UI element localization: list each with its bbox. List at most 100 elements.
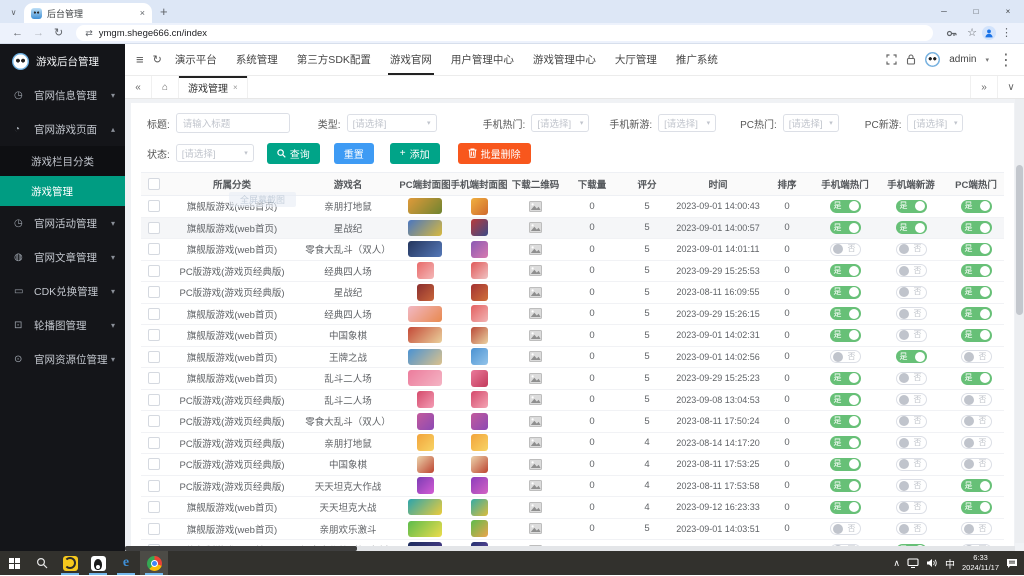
lock-icon[interactable] xyxy=(906,54,916,65)
back-icon[interactable]: ← xyxy=(12,27,23,39)
row-checkbox[interactable] xyxy=(148,243,160,256)
topnav-item[interactable]: 推广系统 xyxy=(676,44,718,75)
pc-cover-thumbnail[interactable] xyxy=(408,348,442,365)
pc-cover-thumbnail[interactable] xyxy=(408,241,442,258)
window-maximize-button[interactable]: □ xyxy=(960,0,992,23)
window-minimize-button[interactable]: ─ xyxy=(928,0,960,23)
refresh-icon[interactable]: ↻ xyxy=(153,53,162,66)
new-tab-button[interactable]: + xyxy=(160,4,168,19)
add-button[interactable]: + 添加 xyxy=(389,142,440,164)
row-checkbox[interactable] xyxy=(148,372,160,385)
topnav-item[interactable]: 演示平台 xyxy=(175,44,217,75)
row-checkbox[interactable] xyxy=(148,436,160,449)
toggle-on[interactable]: 是 xyxy=(829,328,861,342)
mobile-cover-thumbnail[interactable] xyxy=(470,326,488,344)
tab-search-icon[interactable]: ∨ xyxy=(6,5,21,20)
ime-indicator[interactable]: 中 xyxy=(945,556,955,571)
forward-icon[interactable]: → xyxy=(33,27,44,39)
sidebar-group[interactable]: ◍ 官网文章管理 ▾ xyxy=(0,240,125,274)
start-button[interactable] xyxy=(0,551,28,575)
pc-cover-thumbnail[interactable] xyxy=(408,370,442,387)
toggle-on[interactable]: 是 xyxy=(829,221,861,235)
pc-cover-thumbnail[interactable] xyxy=(416,477,434,495)
mobile-cover-thumbnail[interactable] xyxy=(470,498,488,516)
pc-new-select[interactable]: [请选择] ▾ xyxy=(907,114,964,132)
pc-cover-thumbnail[interactable] xyxy=(416,391,434,409)
toggle-off[interactable]: 否 xyxy=(895,457,927,471)
sidebar-group[interactable]: ◷ 官网活动管理 ▾ xyxy=(0,206,125,240)
sidebar-group[interactable]: ⊡ 轮播图管理 ▾ xyxy=(0,308,125,342)
toggle-on[interactable]: 是 xyxy=(960,371,992,385)
vertical-scrollbar[interactable] xyxy=(1015,99,1024,543)
select-all-checkbox[interactable] xyxy=(148,178,160,190)
row-checkbox[interactable] xyxy=(148,393,160,406)
topnav-item[interactable]: 系统管理 xyxy=(236,44,278,75)
mobile-cover-thumbnail[interactable] xyxy=(470,197,488,215)
toggle-off[interactable]: 否 xyxy=(895,307,927,321)
browser-menu-icon[interactable]: ⋮ xyxy=(1001,27,1012,39)
toggle-off[interactable]: 否 xyxy=(829,522,861,536)
taskbar-app-chrome[interactable] xyxy=(140,551,168,575)
row-checkbox[interactable] xyxy=(148,286,160,299)
browser-tab[interactable]: 后台管理 × xyxy=(24,3,152,23)
page-tab-game-manage[interactable]: 游戏管理 × xyxy=(179,76,248,98)
topnav-item[interactable]: 用户管理中心 xyxy=(451,44,514,75)
sidebar-item-active[interactable]: 游戏管理 xyxy=(0,176,125,206)
toggle-off[interactable]: 否 xyxy=(895,371,927,385)
pc-cover-thumbnail[interactable] xyxy=(408,520,442,537)
toggle-on[interactable]: 是 xyxy=(829,307,861,321)
row-checkbox[interactable] xyxy=(148,415,160,428)
mobile-cover-thumbnail[interactable] xyxy=(470,305,488,323)
toggle-on[interactable]: 是 xyxy=(829,264,861,278)
admin-username[interactable]: admin xyxy=(949,54,976,65)
mobile-cover-thumbnail[interactable] xyxy=(470,455,488,473)
toggle-on[interactable]: 是 xyxy=(960,285,992,299)
toggle-on[interactable]: 是 xyxy=(960,328,992,342)
menu-collapse-icon[interactable]: ≡ xyxy=(136,52,144,67)
taskbar-app-qq[interactable] xyxy=(84,551,112,575)
topnav-item[interactable]: 大厅管理 xyxy=(615,44,657,75)
row-checkbox[interactable] xyxy=(148,329,160,342)
toggle-on[interactable]: 是 xyxy=(829,371,861,385)
tray-network-icon[interactable] xyxy=(907,558,919,568)
status-select[interactable]: [请选择] ▾ xyxy=(175,144,254,162)
mobile-cover-thumbnail[interactable] xyxy=(470,348,488,366)
toggle-on[interactable]: 是 xyxy=(960,264,992,278)
mobile-cover-thumbnail[interactable] xyxy=(470,369,488,387)
toggle-off[interactable]: 否 xyxy=(960,436,992,450)
toggle-off[interactable]: 否 xyxy=(960,522,992,536)
toggle-on[interactable]: 是 xyxy=(960,307,992,321)
topnav-item[interactable]: 第三方SDK配置 xyxy=(297,44,371,75)
taskbar-app-edge[interactable]: e xyxy=(112,551,140,575)
reset-button[interactable]: 重置 xyxy=(333,142,374,164)
toggle-off[interactable]: 否 xyxy=(960,393,992,407)
mobile-cover-thumbnail[interactable] xyxy=(470,477,488,495)
toggle-on[interactable]: 是 xyxy=(895,199,927,213)
batch-delete-button[interactable]: 批量删除 xyxy=(457,142,531,164)
row-checkbox[interactable] xyxy=(148,200,160,213)
toggle-off[interactable]: 否 xyxy=(829,242,861,256)
toggle-off[interactable]: 否 xyxy=(960,350,992,364)
taskbar-search-icon[interactable] xyxy=(28,551,56,575)
tabs-scroll-right-icon[interactable]: » xyxy=(970,76,997,98)
row-checkbox[interactable] xyxy=(148,458,160,471)
toggle-on[interactable]: 是 xyxy=(829,457,861,471)
taskbar-clock[interactable]: 6:33 2024/11/17 xyxy=(962,553,999,573)
url-bar[interactable]: ⇄ ymgm.shege666.cn/index xyxy=(76,25,934,41)
toggle-off[interactable]: 否 xyxy=(895,522,927,536)
toggle-off[interactable]: 否 xyxy=(895,242,927,256)
row-checkbox[interactable] xyxy=(148,479,160,492)
toggle-on[interactable]: 是 xyxy=(895,221,927,235)
toggle-on[interactable]: 是 xyxy=(829,479,861,493)
tab-close-icon[interactable]: × xyxy=(140,8,145,18)
tab-close-icon[interactable]: × xyxy=(233,83,238,92)
pc-cover-thumbnail[interactable] xyxy=(408,305,442,322)
pc-cover-thumbnail[interactable] xyxy=(408,327,442,344)
tabs-collapse-left-icon[interactable]: « xyxy=(125,76,152,98)
mobile-cover-thumbnail[interactable] xyxy=(470,520,488,538)
toggle-on[interactable]: 是 xyxy=(895,350,927,364)
chevron-down-icon[interactable]: ▾ xyxy=(985,56,989,64)
pc-cover-thumbnail[interactable] xyxy=(416,434,434,452)
search-button[interactable]: 查询 xyxy=(266,142,320,164)
topnav-item[interactable]: 游戏官网 xyxy=(387,44,434,75)
